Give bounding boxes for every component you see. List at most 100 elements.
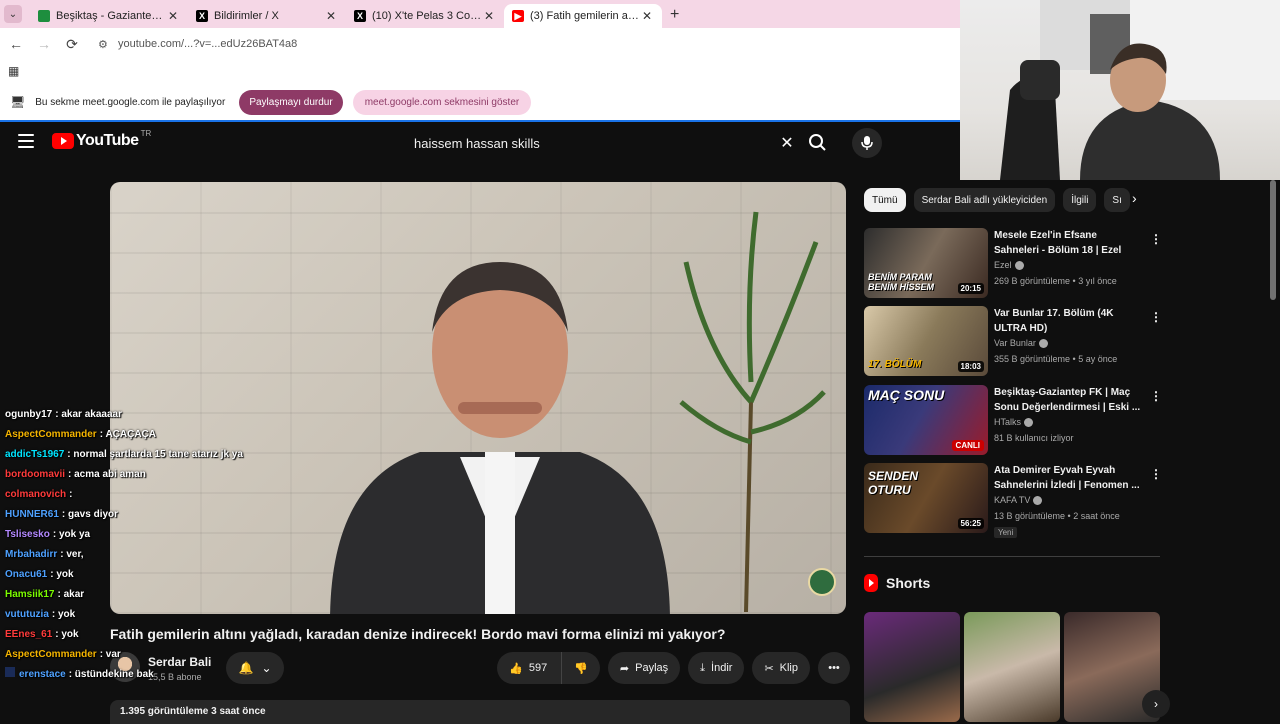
more-vertical-icon[interactable]: ⋮ — [1150, 310, 1162, 324]
more-vertical-icon[interactable]: ⋮ — [1150, 389, 1162, 403]
download-button[interactable]: ⤓ İndir — [688, 652, 745, 684]
channel-label: KAFA TV — [994, 495, 1031, 505]
shorts-thumbnail[interactable] — [964, 612, 1060, 722]
browser-tab-active[interactable]: ▶ (3) Fatih gemilerin altını yağ ✕ — [504, 4, 662, 28]
more-actions-button[interactable]: ••• — [818, 652, 850, 684]
verified-check-icon — [1038, 338, 1048, 348]
browser-tab[interactable]: X Bildirimler / X ✕ — [188, 4, 346, 28]
microphone-icon[interactable] — [852, 128, 882, 158]
video-thumbnail[interactable]: BENİM PARAM BENİM HİSSEM 20:15 — [864, 228, 988, 298]
chat-text: : üstündekine bak — [68, 669, 154, 680]
page-scrollbar[interactable] — [1270, 180, 1276, 300]
live-badge: CANLI — [951, 440, 984, 451]
video-thumbnail[interactable]: 17. BÖLÜM 18:03 — [864, 306, 988, 376]
chat-text: : yok — [55, 629, 79, 640]
thumbnail-caption: MAÇ SONU — [868, 387, 945, 403]
thumbs-down-icon: 👎 — [574, 662, 588, 675]
thumbnail-caption: BENİM PARAM BENİM HİSSEM — [868, 272, 935, 292]
recommended-video[interactable]: 17. BÖLÜM 18:03 Var Bunlar 17. Bölüm (4K… — [864, 306, 1164, 380]
chat-text: : yok — [50, 569, 74, 580]
clip-button[interactable]: ✂ Klip — [752, 652, 810, 684]
country-code: TR — [140, 128, 152, 138]
chat-text: : ver, — [60, 549, 84, 560]
more-dots-icon: ••• — [828, 662, 840, 674]
scissors-icon: ✂ — [764, 662, 774, 675]
chat-message: Mrbahadirr: ver, — [0, 545, 270, 565]
like-button[interactable]: 👍 597 — [497, 652, 563, 684]
chip-from-uploader[interactable]: Serdar Bali adlı yükleyiciden — [913, 188, 1056, 212]
video-actions: 👍 597 👎 ➦ Paylaş ⤓ İndir ✂ Klip ••• — [497, 652, 850, 684]
tab-title: Bildirimler / X — [214, 10, 279, 22]
like-dislike-group: 👍 597 👎 — [497, 652, 600, 684]
chat-username: Hamsiik17 — [5, 589, 55, 600]
browser-tab[interactable]: Beşiktaş - Gaziantep FK canlı skor ✕ — [30, 4, 188, 28]
channel-label: Ezel — [994, 260, 1012, 270]
chat-message: EEnes_61: yok — [0, 625, 270, 645]
more-vertical-icon[interactable]: ⋮ — [1150, 467, 1162, 481]
search-icon[interactable] — [804, 130, 832, 156]
channel-watermark[interactable] — [808, 568, 836, 596]
chat-text: : — [69, 489, 73, 500]
dislike-button[interactable]: 👎 — [562, 652, 600, 684]
close-tab-icon[interactable]: ✕ — [640, 9, 654, 23]
forward-arrow-icon[interactable]: → — [32, 36, 56, 52]
recommended-title: Ata Demirer Eyvah Eyvah Sahnelerini İzle… — [994, 465, 1140, 491]
chat-text: : acma abi aman — [68, 469, 146, 480]
share-button[interactable]: ➦ Paylaş — [607, 652, 681, 684]
video-thumbnail[interactable]: SENDEN OTURU 56:25 — [864, 463, 988, 533]
close-tab-icon[interactable]: ✕ — [324, 9, 338, 23]
video-frame-plant — [679, 211, 826, 612]
recommended-channel[interactable]: Var Bunlar — [994, 338, 1048, 348]
video-thumbnail[interactable]: MAÇ SONU CANLI — [864, 385, 988, 455]
recommended-title: Mesele Ezel'in Efsane Sahneleri - Bölüm … — [994, 230, 1122, 256]
back-arrow-icon[interactable]: ← — [4, 36, 28, 52]
shorts-thumbnail[interactable] — [864, 612, 960, 722]
chat-text: : var — [99, 649, 121, 660]
screen-share-icon: 🖥 — [10, 95, 26, 109]
recommended-channel[interactable]: HTalks — [994, 417, 1034, 427]
recommended-video[interactable]: BENİM PARAM BENİM HİSSEM 20:15 Mesele Ez… — [864, 228, 1164, 302]
youtube-logo[interactable]: YouTube TR — [52, 128, 152, 150]
search-query-text: haissem hassan skills — [414, 135, 540, 151]
chat-text: : yok — [51, 609, 76, 620]
reload-icon[interactable]: ⟳ — [60, 36, 84, 53]
address-bar[interactable]: ⚙ youtube.com/...?v=...edUz26BAT4a8 — [92, 32, 972, 56]
search-input[interactable]: haissem hassan skills ✕ — [402, 128, 802, 158]
channel-label: Var Bunlar — [994, 338, 1036, 348]
chat-username: addicTs1967 — [5, 449, 65, 460]
chat-username: AspectCommander — [5, 649, 97, 660]
recommended-meta: 355 B görüntüleme • 5 ay önce — [994, 354, 1118, 364]
thumbnail-caption: 17. BÖLÜM — [868, 359, 922, 370]
webcam-scene — [1000, 0, 1280, 180]
apps-grid-icon[interactable]: ▦ — [8, 64, 19, 78]
recommended-title: Beşiktaş-Gaziantep FK | Maç Sonu Değerle… — [994, 387, 1141, 413]
show-meet-tab-button[interactable]: meet.google.com sekmesini göster — [352, 89, 532, 115]
menu-hamburger-icon[interactable] — [18, 134, 34, 148]
clear-search-icon[interactable]: ✕ — [772, 133, 802, 153]
chat-username: vututuzia — [5, 609, 49, 620]
chip-all[interactable]: Tümü — [864, 188, 906, 212]
recommended-video[interactable]: MAÇ SONU CANLI Beşiktaş-Gaziantep FK | M… — [864, 385, 1164, 459]
more-vertical-icon[interactable]: ⋮ — [1150, 232, 1162, 246]
chat-text: : normal şartlarda 15 tane atarız jk ya — [67, 449, 243, 460]
browser-tab[interactable]: X (10) X'te Pelas 3 Coresi: " Gre ✕ — [346, 4, 504, 28]
chip-more[interactable]: Sı — [1104, 188, 1130, 212]
download-icon: ⤓ — [700, 661, 706, 674]
chevron-right-icon[interactable]: › — [1132, 190, 1137, 206]
recommended-channel[interactable]: Ezel — [994, 260, 1024, 270]
recommended-video[interactable]: SENDEN OTURU 56:25 Ata Demirer Eyvah Eyv… — [864, 463, 1164, 543]
chip-related[interactable]: İlgili — [1063, 188, 1097, 212]
stop-sharing-button[interactable]: Paylaşmayı durdur — [239, 89, 343, 115]
chat-username: colmanovich — [5, 489, 67, 500]
close-tab-icon[interactable]: ✕ — [482, 9, 496, 23]
chat-text: : yok ya — [52, 529, 91, 540]
chat-username: EEnes_61 — [5, 629, 53, 640]
chat-username: HUNNER61 — [5, 509, 59, 520]
new-tab-icon[interactable]: + — [670, 6, 679, 24]
recommended-channel[interactable]: KAFA TV — [994, 495, 1043, 505]
close-tab-icon[interactable]: ✕ — [166, 9, 180, 23]
site-info-icon[interactable]: ⚙ — [98, 38, 112, 51]
youtube-wordmark: YouTube — [76, 132, 139, 149]
tab-search-dropdown[interactable]: ⌄ — [4, 5, 22, 23]
shorts-next-icon[interactable]: › — [1142, 690, 1170, 718]
